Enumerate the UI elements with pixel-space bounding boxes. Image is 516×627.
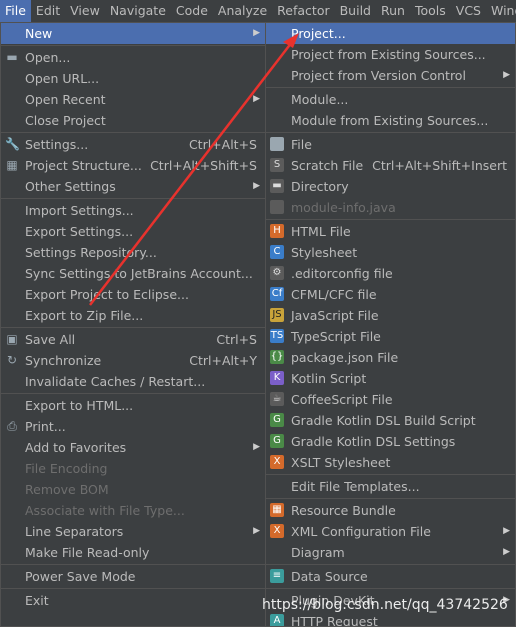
annotation-arrow-head bbox=[283, 33, 299, 48]
annotation-arrow bbox=[89, 33, 299, 306]
watermark: https://blog.csdn.net/qq_43742526 bbox=[262, 597, 508, 613]
annotation-arrow-line bbox=[89, 41, 293, 306]
